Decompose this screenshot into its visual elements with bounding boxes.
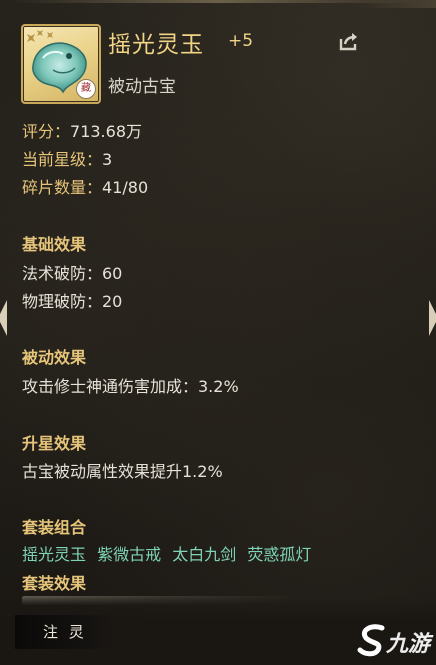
item-icon[interactable]: 藏 (21, 24, 101, 104)
fragment-value: 41/80 (102, 178, 149, 197)
set-item[interactable]: 紫微古戒 (97, 545, 161, 564)
basic-effect-line: 物理破防：20 (22, 292, 123, 311)
item-detail-panel: 藏 摇光灵玉 +5 被动古宝 评分：713.68万 当前星级：3 碎片数量：41… (0, 0, 436, 665)
fragment-row: 碎片数量：41/80 (22, 174, 148, 198)
next-arrow-icon[interactable] (429, 300, 436, 336)
set-combination-title: 套装组合 (22, 518, 87, 537)
star-value: 3 (102, 150, 113, 169)
badge-icon: 藏 (76, 79, 96, 99)
set-item[interactable]: 荧惑孤灯 (247, 545, 311, 564)
basic-effect-title: 基础效果 (22, 235, 87, 254)
item-name: 摇光灵玉 (108, 32, 204, 58)
share-button[interactable] (337, 29, 361, 53)
fragment-label: 碎片数量： (22, 178, 103, 197)
basic-effect-line: 法术破防：60 (22, 264, 123, 283)
set-items-list: 摇光灵玉 紫微古戒 太白九剑 荧惑孤灯 (22, 541, 317, 565)
passive-effect-title: 被动效果 (22, 348, 87, 367)
share-icon (339, 33, 357, 51)
item-level: +5 (228, 31, 254, 51)
watermark-text: 九游 (386, 632, 431, 657)
star-up-effect-title: 升星效果 (22, 434, 87, 453)
passive-effect-text: 攻击修士神通伤害加成：3.2% (22, 377, 239, 396)
set-item[interactable]: 摇光灵玉 (22, 545, 86, 564)
score-value: 713.68万 (70, 122, 143, 141)
watermark-s-icon (357, 624, 385, 657)
item-type: 被动古宝 (108, 77, 176, 97)
set-effect-title: 套装效果 (22, 574, 87, 593)
watermark-logo: 九游 (356, 620, 436, 660)
score-label: 评分： (22, 122, 71, 141)
star-row: 当前星级：3 (22, 146, 112, 170)
corner-decoration (356, 0, 436, 8)
score-row: 评分：713.68万 (22, 118, 142, 142)
zhuling-button[interactable]: 注 灵 (15, 615, 115, 649)
star-label: 当前星级： (22, 150, 103, 169)
set-item[interactable]: 太白九剑 (172, 545, 236, 564)
prev-arrow-icon[interactable] (0, 300, 7, 336)
star-up-effect-text: 古宝被动属性效果提升1.2% (22, 462, 223, 481)
